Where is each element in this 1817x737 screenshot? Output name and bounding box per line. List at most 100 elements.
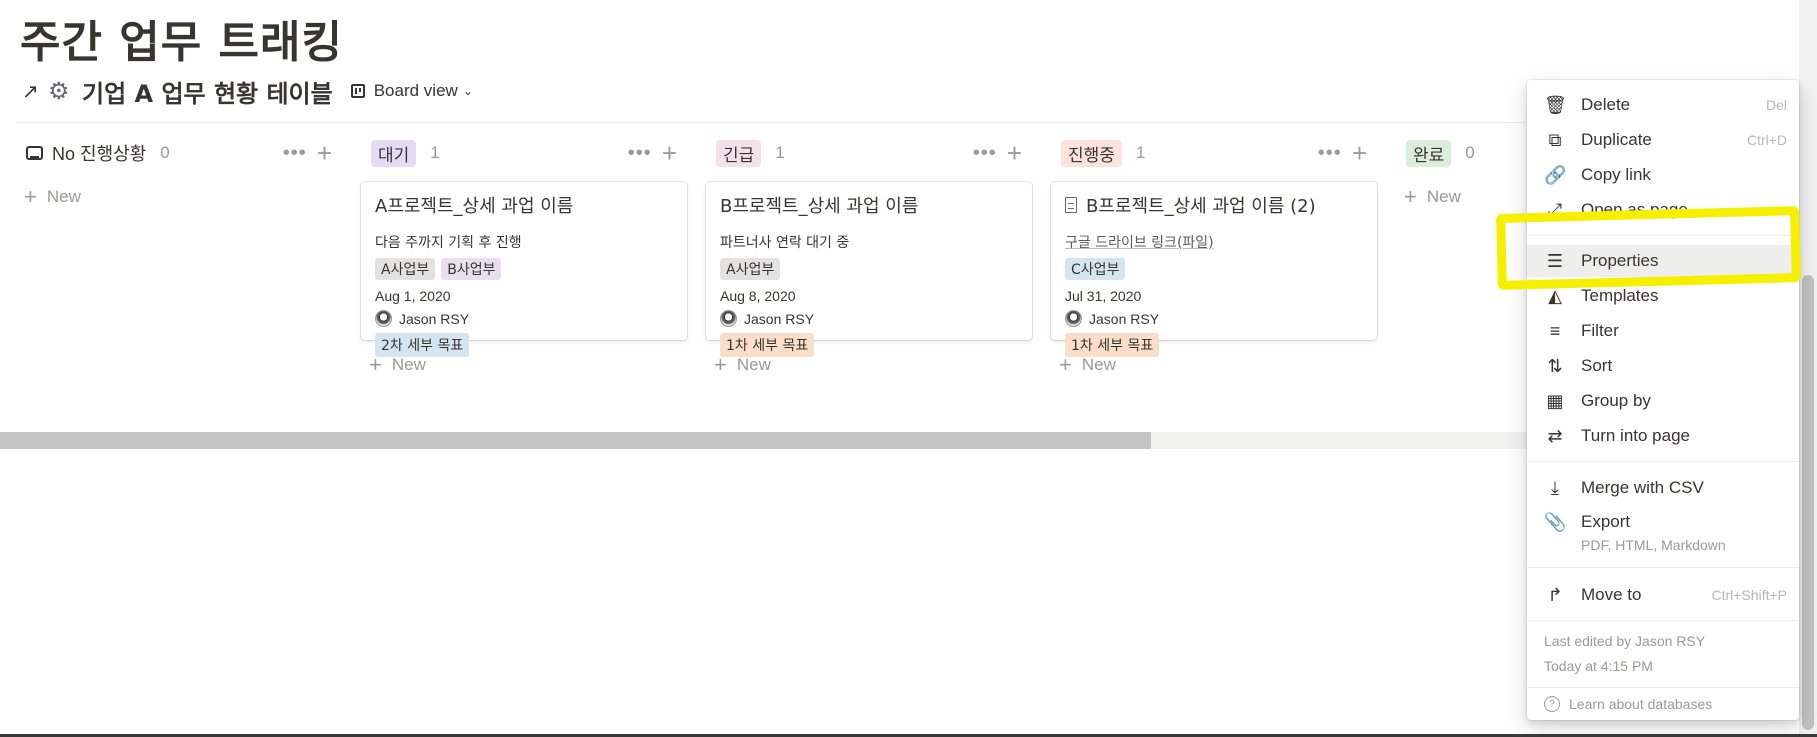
tag-chip: B사업부 — [441, 258, 502, 280]
export-formats: PDF, HTML, Markdown — [1581, 537, 1726, 553]
card-person: Jason RSY — [1065, 310, 1363, 327]
gear-icon[interactable]: ⚙ — [48, 77, 82, 106]
group-icon: ▦ — [1546, 390, 1564, 411]
menu-item-merge-csv[interactable]: ⤓ Merge with CSV — [1527, 472, 1799, 504]
paperclip-icon: 📎 — [1544, 511, 1567, 532]
menu-item-move-to[interactable]: ↱ Move to Ctrl+Shift+P — [1527, 579, 1799, 611]
card-tags: A사업부 B사업부 — [375, 258, 673, 280]
link-arrow-icon[interactable]: ↗ — [22, 79, 48, 104]
sort-icon: ⇅ — [1547, 355, 1563, 376]
database-header: ↗ ⚙ 기업 A 업무 현황 테이블 Board view ⌄ — [22, 74, 473, 108]
help-link[interactable]: ? Learn about databases — [1544, 696, 1712, 712]
last-edited-info: Last edited by Jason RSY — [1544, 633, 1706, 649]
board-view-icon — [350, 84, 365, 98]
more-icon[interactable]: ••• — [628, 142, 652, 165]
card-link[interactable]: 구글 드라이브 링크(파일) — [1065, 232, 1363, 252]
column-tag: 대기 — [371, 139, 417, 167]
view-switcher[interactable]: Board view ⌄ — [350, 81, 473, 101]
board-card[interactable]: B프로젝트_상세 과업 이름 (2) 구글 드라이브 링크(파일) C사업부 J… — [1051, 182, 1377, 357]
add-card-icon[interactable]: + — [1007, 140, 1022, 166]
menu-item-sort[interactable]: ⇅ Sort — [1527, 350, 1799, 382]
card-person: Jason RSY — [375, 310, 673, 327]
horizontal-scrollbar-thumb[interactable] — [0, 432, 1151, 449]
column-count: 1 — [430, 143, 440, 162]
board-column-urgent: 긴급 1 ••• + B프로젝트_상세 과업 이름 파트너사 연락 대기 중 A… — [706, 136, 1032, 380]
more-icon[interactable]: ••• — [1318, 142, 1342, 165]
add-card-icon[interactable]: + — [662, 140, 677, 166]
add-card-icon[interactable]: + — [1352, 140, 1367, 166]
column-header[interactable]: 대기 1 ••• + — [361, 136, 687, 170]
tag-chip: C사업부 — [1065, 258, 1126, 280]
database-title[interactable]: 기업 A 업무 현황 테이블 — [82, 74, 333, 109]
board-card[interactable]: A프로젝트_상세 과업 이름 다음 주까지 기획 후 진행 A사업부 B사업부 … — [361, 182, 687, 357]
menu-item-export[interactable]: 📎 Export — [1527, 506, 1799, 538]
goal-tag: 2차 세부 목표 — [375, 333, 470, 357]
card-tags: C사업부 — [1065, 258, 1363, 280]
new-card-button[interactable]: + New — [706, 350, 1032, 380]
menu-divider — [1527, 567, 1799, 568]
card-date: Aug 8, 2020 — [720, 288, 796, 304]
new-card-button[interactable]: + New — [361, 350, 687, 380]
vertical-scrollbar-thumb[interactable] — [1802, 275, 1814, 730]
help-icon: ? — [1544, 696, 1560, 712]
trash-icon: 🗑 — [1544, 94, 1567, 115]
plus-icon: + — [714, 352, 727, 377]
menu-item-filter[interactable]: ≡ Filter — [1527, 315, 1799, 347]
menu-item-turn-into-page[interactable]: ⇄ Turn into page — [1527, 420, 1799, 452]
plus-icon: + — [1059, 352, 1072, 377]
column-header[interactable]: 진행중 1 ••• + — [1051, 136, 1377, 170]
column-tag: 완료 — [1406, 139, 1452, 167]
column-header[interactable]: 긴급 1 ••• + — [706, 136, 1032, 170]
goal-tag: 1차 세부 목표 — [720, 333, 815, 357]
board-card[interactable]: B프로젝트_상세 과업 이름 파트너사 연락 대기 중 A사업부 Aug 8, … — [706, 182, 1032, 357]
menu-item-duplicate[interactable]: ⧉ Duplicate Ctrl+D — [1527, 124, 1799, 156]
goal-tag: 1차 세부 목표 — [1065, 333, 1160, 357]
new-card-button[interactable]: + New — [16, 182, 342, 212]
highlight-annotation — [1496, 206, 1801, 290]
board-column-in-progress: 진행중 1 ••• + B프로젝트_상세 과업 이름 (2) 구글 드라이브 링… — [1051, 136, 1377, 380]
card-date: Aug 1, 2020 — [375, 288, 451, 304]
column-count: 0 — [160, 143, 170, 162]
duplicate-icon: ⧉ — [1548, 129, 1562, 150]
card-description: 다음 주까지 기획 후 진행 — [375, 235, 522, 251]
board-column-no-status: No 진행상황 0 ••• + + New — [16, 136, 342, 212]
more-icon[interactable]: ••• — [283, 142, 307, 165]
menu-divider — [1527, 620, 1799, 621]
download-icon: ⤓ — [1551, 477, 1559, 498]
avatar — [1065, 310, 1082, 327]
inbox-icon — [26, 146, 43, 160]
plus-icon: + — [1404, 184, 1417, 209]
card-context-menu: 🗑 Delete Del ⧉ Duplicate Ctrl+D 🔗 Copy l… — [1527, 80, 1799, 720]
new-card-button[interactable]: + New — [1051, 350, 1377, 380]
tag-chip: A사업부 — [375, 258, 436, 280]
turn-into-icon: ⇄ — [1547, 425, 1563, 446]
column-tag: 긴급 — [716, 139, 762, 167]
more-icon[interactable]: ••• — [973, 142, 997, 165]
card-title: B프로젝트_상세 과업 이름 — [720, 196, 919, 217]
menu-divider — [1527, 687, 1799, 688]
card-title: A프로젝트_상세 과업 이름 — [375, 196, 574, 217]
card-person: Jason RSY — [720, 310, 1018, 327]
filter-icon: ≡ — [1549, 320, 1561, 341]
plus-icon: + — [369, 352, 382, 377]
new-card-button[interactable]: + New — [1396, 182, 1526, 212]
column-header[interactable]: 완료 0 — [1396, 136, 1526, 170]
avatar — [720, 310, 737, 327]
column-header[interactable]: No 진행상황 0 ••• + — [16, 136, 342, 170]
menu-divider — [1527, 461, 1799, 462]
column-count: 1 — [1135, 143, 1146, 162]
plus-icon: + — [24, 184, 37, 209]
menu-item-group-by[interactable]: ▦ Group by — [1527, 385, 1799, 417]
add-card-icon[interactable]: + — [317, 140, 332, 166]
avatar — [375, 310, 392, 327]
last-edited-time: Today at 4:15 PM — [1544, 658, 1653, 674]
card-description: 파트너사 연락 대기 중 — [720, 235, 850, 251]
board-column-waiting: 대기 1 ••• + A프로젝트_상세 과업 이름 다음 주까지 기획 후 진행… — [361, 136, 687, 380]
menu-item-copy-link[interactable]: 🔗 Copy link — [1527, 159, 1799, 191]
card-tags: A사업부 — [720, 258, 1018, 280]
page-title[interactable]: 주간 업무 트래킹 — [20, 6, 343, 70]
column-count: 1 — [775, 143, 785, 162]
move-icon: ↱ — [1547, 584, 1563, 605]
column-label: No 진행상황 — [52, 144, 147, 164]
menu-item-delete[interactable]: 🗑 Delete Del — [1527, 89, 1799, 121]
